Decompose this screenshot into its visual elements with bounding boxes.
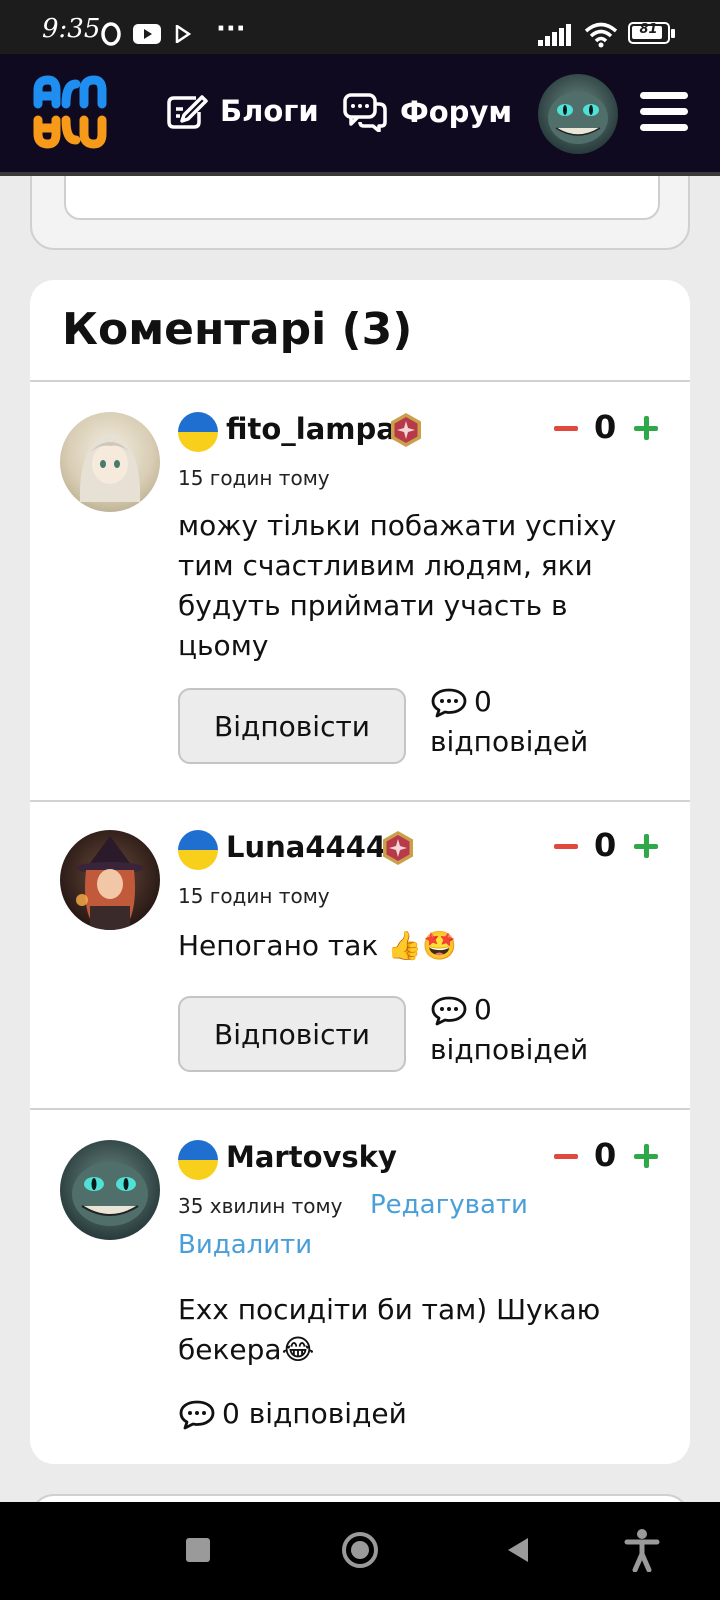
replies-number: 0 [474, 993, 492, 1026]
commenter-avatar[interactable] [60, 1140, 160, 1240]
replies-count[interactable]: 0 відповідей [430, 990, 630, 1070]
edit-link[interactable]: Редагувати [370, 1190, 528, 1220]
comment-time: 35 хвилин тому [178, 1194, 343, 1218]
witch-girl-image [76, 836, 144, 930]
comment-item: Martovsky 0 35 хвилин тому Редагувати Ви… [30, 1110, 690, 1460]
replies-word: відповідей [430, 1033, 589, 1066]
comments-title: Коментарі (3) [62, 304, 413, 355]
comment-bubble-icon [179, 1400, 215, 1430]
home-button[interactable] [342, 1532, 378, 1568]
replies-count[interactable]: 0 відповідей [430, 682, 630, 762]
ukraine-flag-icon [178, 412, 218, 452]
system-nav-bar [0, 1502, 720, 1600]
comments-card: Коментарі (3) fito_lampa 0 15 годин тому… [30, 280, 690, 1464]
menu-button[interactable] [640, 92, 688, 132]
chat-bubbles-icon [343, 93, 387, 132]
downvote-button[interactable] [554, 426, 578, 431]
reply-button[interactable]: Відповісти [178, 688, 406, 764]
site-logo[interactable] [28, 70, 112, 154]
replies-word: відповідей [430, 725, 589, 758]
replies-text: 0 відповідей [222, 1397, 407, 1430]
status-time: 9:35 [42, 14, 101, 44]
downvote-button[interactable] [554, 844, 578, 849]
comment-item: fito_lampa 0 15 годин тому можу тільки п… [30, 382, 690, 800]
back-button[interactable] [506, 1536, 530, 1564]
nav-forum[interactable]: Форум [342, 92, 512, 132]
ukraine-flag-icon [178, 830, 218, 870]
status-overflow: ··· [216, 14, 246, 44]
accessibility-icon[interactable] [624, 1528, 660, 1572]
site-header: Блоги Форум [0, 54, 720, 176]
battery-icon: 81 [628, 22, 675, 44]
vote-count: 0 [594, 408, 617, 446]
comment-bubble-icon [431, 688, 467, 718]
edit-icon [167, 95, 208, 129]
comment-bubble-icon [431, 996, 467, 1026]
comment-text: Непогано так 👍🤩 [178, 929, 457, 962]
cheshire-cat-image [72, 1162, 148, 1226]
anime-girl-image [79, 434, 141, 502]
commenter-username[interactable]: fito_lampa [226, 412, 396, 446]
status-bar: 9:35 ··· 81 [0, 0, 720, 54]
comment-time: 15 годин тому [178, 466, 330, 490]
commenter-avatar[interactable] [60, 412, 160, 512]
downvote-button[interactable] [554, 1154, 578, 1159]
battery-level: 81 [639, 22, 658, 37]
replies-count[interactable]: 0 відповідей [178, 1394, 498, 1434]
comment-text: можу тільки побажати успіху тим счастлив… [178, 509, 617, 662]
upvote-button[interactable] [634, 834, 658, 858]
alarm-o-icon [101, 22, 121, 46]
reply-button[interactable]: Відповісти [178, 996, 406, 1072]
nav-blogs[interactable]: Блоги [166, 92, 319, 130]
comment-text: Ехх посидіти би там) Шукаю бекера😂 [178, 1293, 601, 1366]
nav-blogs-label: Блоги [220, 94, 319, 128]
vote-count: 0 [594, 1136, 617, 1174]
commenter-username[interactable]: Martovsky [226, 1140, 397, 1174]
comment-time: 15 годин тому [178, 884, 330, 908]
nav-forum-label: Форум [400, 95, 513, 129]
upvote-button[interactable] [634, 416, 658, 440]
user-avatar[interactable] [538, 74, 618, 154]
commenter-username[interactable]: Luna4444 [226, 830, 386, 864]
cheshire-cat-image [548, 92, 608, 144]
rank-badge-icon [383, 831, 413, 865]
play-store-icon [175, 25, 191, 43]
rank-badge-icon [391, 413, 421, 447]
replies-number: 0 [474, 685, 492, 718]
youtube-icon [133, 24, 161, 44]
upvote-button[interactable] [634, 1144, 658, 1168]
ukraine-flag-icon [178, 1140, 218, 1180]
commenter-avatar[interactable] [60, 830, 160, 930]
delete-link[interactable]: Видалити [178, 1230, 312, 1260]
signal-icon [538, 24, 571, 46]
wifi-icon [584, 22, 618, 48]
recents-button[interactable] [186, 1538, 210, 1562]
comment-item: Luna4444 0 15 годин тому Непогано так 👍🤩… [30, 802, 690, 1108]
vote-count: 0 [594, 826, 617, 864]
